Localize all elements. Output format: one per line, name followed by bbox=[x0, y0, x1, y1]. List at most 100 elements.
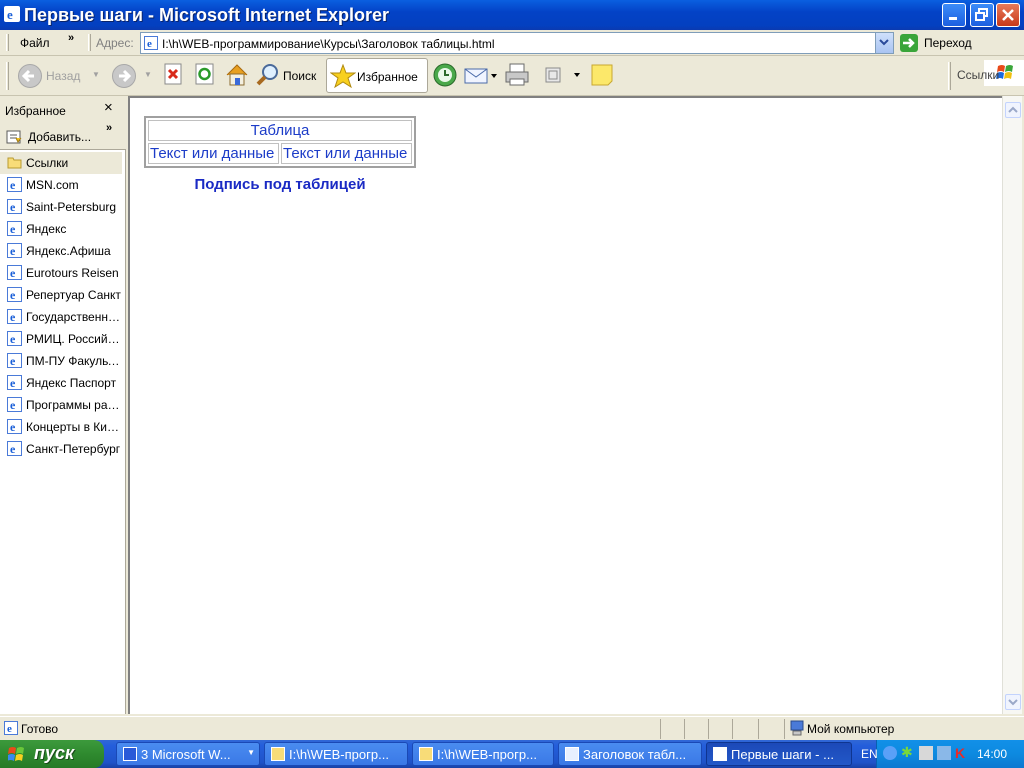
taskbar-button[interactable]: I:\h\WEB-прогр... bbox=[264, 742, 408, 766]
chevron-down-icon bbox=[1008, 699, 1018, 706]
table-cell: Текст или данные bbox=[148, 143, 279, 164]
status-text: Готово bbox=[21, 722, 59, 736]
history-icon bbox=[433, 63, 457, 87]
toolbar-grip[interactable] bbox=[88, 34, 91, 51]
svg-text:e: e bbox=[7, 723, 12, 735]
standard-toolbar: Назад ▼ ▼ Поиск Избранное Ссылки bbox=[0, 56, 1024, 96]
title-bar[interactable]: e Первые шаги - Microsoft Internet Explo… bbox=[0, 0, 1024, 30]
refresh-button[interactable] bbox=[194, 62, 216, 90]
address-input[interactable]: e I:\h\WEB-программирование\Курсы\Заголо… bbox=[140, 32, 894, 54]
taskbar-button[interactable]: Заголовок табл... bbox=[558, 742, 702, 766]
forward-arrow-icon bbox=[112, 64, 136, 88]
window-title: Первые шаги - Microsoft Internet Explore… bbox=[24, 5, 390, 25]
favorites-link[interactable]: e Яндекс bbox=[0, 218, 122, 240]
favorites-label: Избранное bbox=[357, 70, 418, 84]
toolbar-grip[interactable] bbox=[6, 62, 9, 90]
favorites-item-label: Программы радио bbox=[26, 398, 122, 412]
favorites-link[interactable]: e Яндекс.Афиша bbox=[0, 240, 122, 262]
tray-app-icon[interactable] bbox=[919, 746, 933, 760]
history-button[interactable] bbox=[432, 62, 458, 90]
tray-expand-icon[interactable] bbox=[883, 746, 897, 760]
status-separator bbox=[684, 719, 685, 739]
favorites-link[interactable]: e Концерты в Киеве bbox=[0, 416, 122, 438]
folder-icon bbox=[7, 157, 22, 169]
forward-dropdown-icon: ▼ bbox=[144, 70, 152, 79]
favorites-folder[interactable]: Ссылки bbox=[0, 152, 122, 174]
favorites-pane: Избранное × Добавить... » Ссылки e MSN.com… bbox=[0, 96, 126, 714]
favorites-link[interactable]: e Eurotours Reisen bbox=[0, 262, 122, 284]
system-tray: EN ✱ K 14:00 bbox=[861, 740, 1024, 768]
favorites-link[interactable]: e MSN.com bbox=[0, 174, 122, 196]
taskbar-button[interactable]: Первые шаги - ... bbox=[706, 742, 852, 766]
taskbar-button[interactable]: 3 Microsoft W... ▼ bbox=[116, 742, 260, 766]
search-label: Поиск bbox=[283, 69, 317, 83]
favorites-close-button[interactable]: × bbox=[104, 99, 113, 116]
svg-text:e: e bbox=[10, 376, 16, 390]
favorites-item-label: Репертуар Санкт bbox=[26, 288, 121, 302]
mail-button[interactable] bbox=[464, 62, 500, 90]
favorites-link[interactable]: e Яндекс Паспорт bbox=[0, 372, 122, 394]
stop-button[interactable] bbox=[164, 62, 186, 90]
restore-button[interactable] bbox=[970, 3, 994, 27]
forward-button[interactable]: ▼ bbox=[112, 62, 152, 90]
tray-monitor-icon[interactable] bbox=[937, 746, 951, 760]
minimize-button[interactable] bbox=[942, 3, 966, 27]
ie-page-icon: e bbox=[7, 199, 22, 214]
menu-chevron[interactable]: » bbox=[68, 32, 74, 44]
tray-antivirus-icon[interactable]: K bbox=[955, 745, 969, 761]
favorites-link[interactable]: e ПМ-ПУ Факультет bbox=[0, 350, 122, 372]
favorites-link[interactable]: e Saint-Petersburg bbox=[0, 196, 122, 218]
taskbar-button[interactable]: I:\h\WEB-прогр... bbox=[412, 742, 554, 766]
favorites-header: Избранное × bbox=[0, 96, 126, 124]
add-favorite-button[interactable]: Добавить... » bbox=[0, 122, 126, 150]
favorites-item-label: Eurotours Reisen bbox=[26, 266, 119, 280]
links-label[interactable]: Ссылки bbox=[957, 68, 999, 82]
toolbar-grip[interactable] bbox=[6, 34, 9, 51]
stop-icon bbox=[164, 63, 182, 85]
notes-button[interactable] bbox=[590, 62, 616, 90]
security-zone-text: Мой компьютер bbox=[807, 722, 895, 736]
clock[interactable]: 14:00 bbox=[977, 747, 1007, 761]
menu-file[interactable]: Файл bbox=[20, 36, 50, 50]
back-button[interactable]: Назад ▼ bbox=[18, 62, 100, 90]
vertical-scrollbar[interactable] bbox=[1002, 96, 1022, 714]
scroll-down-button[interactable] bbox=[1005, 694, 1021, 710]
edit-button[interactable] bbox=[544, 62, 584, 90]
svg-text:e: e bbox=[7, 7, 13, 22]
print-button[interactable] bbox=[504, 62, 532, 90]
toolbar-grip[interactable] bbox=[948, 62, 951, 90]
address-dropdown-button[interactable] bbox=[875, 33, 893, 53]
favorites-link[interactable]: e РМИЦ. Российский bbox=[0, 328, 122, 350]
favorites-item-label: Государственный bbox=[26, 310, 122, 324]
favorites-button[interactable]: Избранное bbox=[326, 58, 428, 93]
favorites-link[interactable]: e Санкт-Петербург bbox=[0, 438, 122, 460]
taskbar-button-label: 3 Microsoft W... bbox=[141, 747, 231, 762]
taskbar-button-label: Первые шаги - ... bbox=[731, 747, 834, 762]
chevron-up-icon bbox=[1008, 106, 1018, 113]
search-icon bbox=[256, 64, 278, 86]
favorites-link[interactable]: e Государственный bbox=[0, 306, 122, 328]
favorites-item-label: Яндекс bbox=[26, 222, 67, 236]
taskbar-button-label: I:\h\WEB-прогр... bbox=[289, 747, 389, 762]
search-button[interactable]: Поиск bbox=[256, 62, 322, 90]
favorites-link[interactable]: e Репертуар Санкт bbox=[0, 284, 122, 306]
favorites-item-label: Санкт-Петербург bbox=[26, 442, 121, 456]
favorites-link[interactable]: e Программы радио bbox=[0, 394, 122, 416]
favorites-chevron[interactable]: » bbox=[106, 122, 112, 134]
scroll-up-button[interactable] bbox=[1005, 102, 1021, 118]
word-icon bbox=[123, 747, 137, 761]
status-separator bbox=[660, 719, 661, 739]
svg-text:e: e bbox=[10, 266, 16, 280]
language-indicator[interactable]: EN bbox=[861, 747, 878, 761]
taskbar: пуск 3 Microsoft W... ▼ I:\h\WEB-прогр... I… bbox=[0, 740, 1024, 768]
close-button[interactable] bbox=[996, 3, 1020, 27]
edit-page-icon bbox=[545, 67, 580, 83]
home-button[interactable] bbox=[224, 62, 250, 90]
start-button[interactable]: пуск bbox=[0, 740, 104, 768]
ie-page-icon: e bbox=[7, 309, 22, 324]
favorites-item-label: РМИЦ. Российский bbox=[26, 332, 122, 346]
tray-network-icon[interactable]: ✱ bbox=[901, 744, 915, 760]
ie-page-icon: e bbox=[7, 375, 22, 390]
add-favorite-label: Добавить... bbox=[28, 130, 92, 144]
svg-text:e: e bbox=[10, 354, 16, 368]
